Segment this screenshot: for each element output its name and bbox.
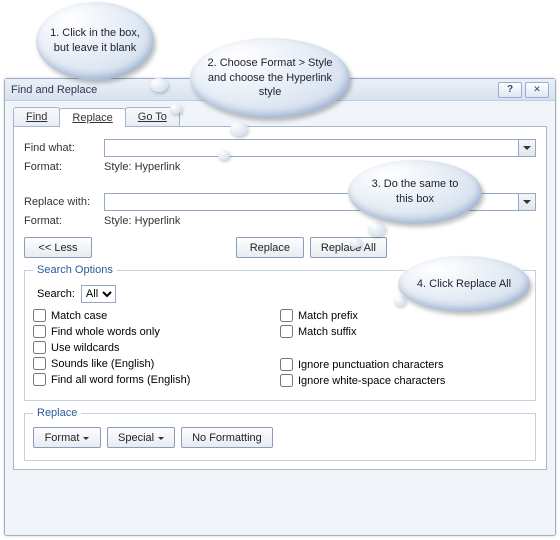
tab-replace-label: Replace bbox=[72, 112, 112, 124]
whole-words-check[interactable]: Find whole words only bbox=[33, 325, 280, 338]
tab-find-label: Find bbox=[26, 111, 47, 123]
match-prefix-check[interactable]: Match prefix bbox=[280, 309, 527, 322]
ignore-white-label: Ignore white-space characters bbox=[298, 375, 445, 387]
callout-3: 3. Do the same to this box bbox=[348, 160, 482, 224]
callout-3-text: 3. Do the same to this box bbox=[362, 177, 468, 207]
find-what-input[interactable] bbox=[104, 139, 519, 157]
sounds-like-label: Sounds like (English) bbox=[51, 358, 154, 370]
ignore-punct-check[interactable]: Ignore punctuation characters bbox=[280, 358, 527, 371]
wildcards-label: Use wildcards bbox=[51, 342, 119, 354]
word-forms-label: Find all word forms (English) bbox=[51, 374, 190, 386]
callout-4-tail bbox=[394, 296, 406, 306]
callout-2-text: 2. Choose Format > Style and choose the … bbox=[204, 56, 336, 101]
callout-4-text: 4. Click Replace All bbox=[417, 277, 511, 292]
replace-all-button-label: Replace All bbox=[321, 242, 376, 254]
caret-down-icon bbox=[158, 437, 164, 443]
find-what-dropdown[interactable] bbox=[519, 139, 536, 157]
match-case-check[interactable]: Match case bbox=[33, 309, 280, 322]
format-menu-label: Format bbox=[45, 432, 80, 444]
format-menu-button[interactable]: Format bbox=[33, 427, 101, 448]
callout-1: 1. Click in the box, but leave it blank bbox=[36, 2, 154, 80]
callout-3-tail2 bbox=[350, 238, 362, 248]
word-forms-check[interactable]: Find all word forms (English) bbox=[33, 373, 280, 386]
callout-1-tail bbox=[150, 78, 168, 92]
special-menu-label: Special bbox=[118, 432, 154, 444]
less-button[interactable]: << Less bbox=[24, 237, 92, 258]
replace-section-legend: Replace bbox=[33, 407, 81, 419]
match-suffix-check[interactable]: Match suffix bbox=[280, 325, 527, 338]
replace-format-value: Style: Hyperlink bbox=[104, 215, 180, 227]
replace-button[interactable]: Replace bbox=[236, 237, 304, 258]
tab-find[interactable]: Find bbox=[13, 107, 60, 126]
callout-2-tail2 bbox=[218, 150, 230, 160]
find-format-value: Style: Hyperlink bbox=[104, 161, 180, 173]
special-menu-button[interactable]: Special bbox=[107, 427, 175, 448]
help-button[interactable] bbox=[498, 82, 522, 98]
less-button-label: << Less bbox=[38, 242, 77, 254]
ignore-white-check[interactable]: Ignore white-space characters bbox=[280, 374, 527, 387]
callout-3-tail bbox=[368, 222, 386, 236]
search-label: Search: bbox=[37, 288, 75, 300]
match-prefix-label: Match prefix bbox=[298, 310, 358, 322]
ignore-punct-label: Ignore punctuation characters bbox=[298, 359, 444, 371]
replace-section-group: Replace Format Special No Formatting bbox=[24, 407, 536, 461]
callout-1-tail2 bbox=[170, 104, 182, 114]
search-options-legend: Search Options bbox=[33, 264, 117, 276]
no-formatting-label: No Formatting bbox=[192, 432, 262, 444]
replace-format-label: Format: bbox=[24, 215, 104, 227]
callout-2-tail bbox=[230, 122, 248, 136]
replace-with-dropdown[interactable] bbox=[519, 193, 536, 211]
search-direction-select[interactable]: All bbox=[81, 285, 116, 303]
no-formatting-button[interactable]: No Formatting bbox=[181, 427, 273, 448]
whole-words-label: Find whole words only bbox=[51, 326, 160, 338]
tab-replace[interactable]: Replace bbox=[59, 108, 125, 127]
find-what-label: Find what: bbox=[24, 142, 104, 154]
callout-1-text: 1. Click in the box, but leave it blank bbox=[50, 26, 140, 56]
find-format-label: Format: bbox=[24, 161, 104, 173]
replace-button-label: Replace bbox=[250, 242, 290, 254]
replace-all-button[interactable]: Replace All bbox=[310, 237, 387, 258]
tab-goto-label: Go To bbox=[138, 111, 167, 123]
sounds-like-check[interactable]: Sounds like (English) bbox=[33, 357, 280, 370]
match-suffix-label: Match suffix bbox=[298, 326, 357, 338]
wildcards-check[interactable]: Use wildcards bbox=[33, 341, 280, 354]
caret-down-icon bbox=[83, 437, 89, 443]
callout-2: 2. Choose Format > Style and choose the … bbox=[190, 38, 350, 118]
replace-with-label: Replace with: bbox=[24, 196, 104, 208]
callout-4: 4. Click Replace All bbox=[398, 256, 530, 312]
close-button[interactable] bbox=[525, 82, 549, 98]
match-case-label: Match case bbox=[51, 310, 107, 322]
